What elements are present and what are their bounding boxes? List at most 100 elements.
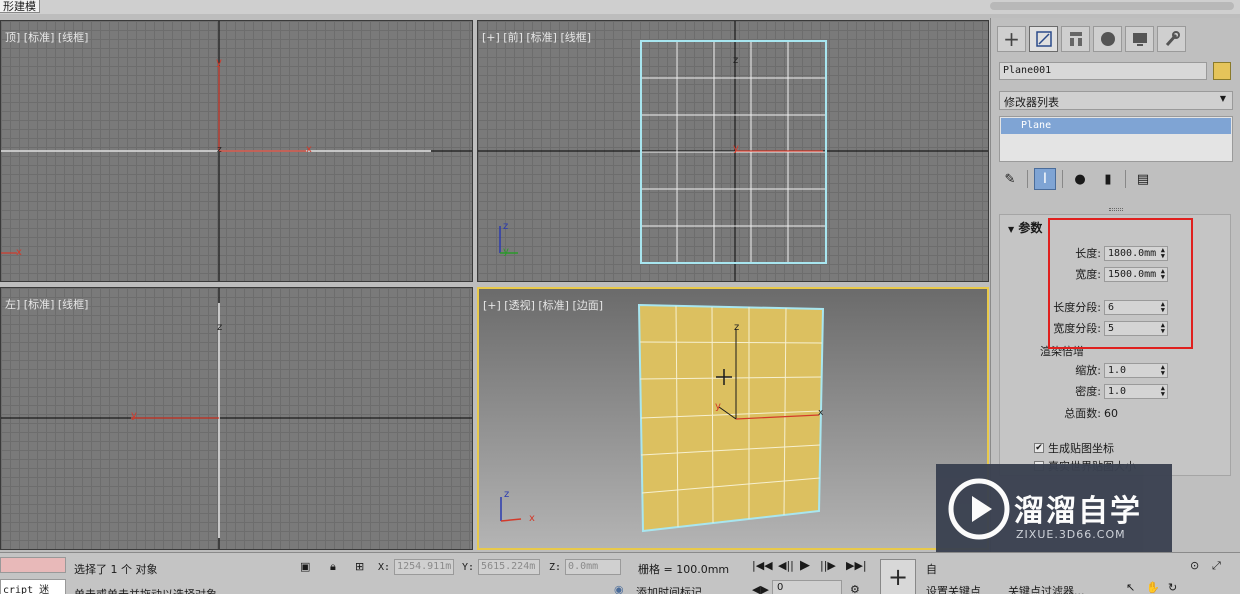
density-value: 1.0	[1108, 385, 1127, 397]
gizmo-y-label: y	[503, 246, 509, 257]
trash-icon: ▮	[1104, 171, 1112, 187]
gizmo-z-label: z	[503, 221, 509, 232]
scale-label: 缩放:	[1075, 364, 1101, 377]
key-mode-icon[interactable]: ◀▶	[752, 583, 769, 594]
maximize-viewport-icon[interactable]: ⤢	[1212, 559, 1221, 573]
current-frame-value: 0	[777, 582, 784, 593]
previous-frame-icon[interactable]: ◀||	[778, 559, 794, 572]
rollout-title[interactable]: ▼ 参数	[1008, 219, 1042, 236]
motion-tab[interactable]	[1093, 26, 1122, 52]
play-icon[interactable]: ▶	[800, 558, 810, 573]
viewport-left[interactable]: z y 左] [标准] [线框]	[0, 287, 473, 550]
key-filters-button[interactable]: 关键点过滤器...	[1008, 583, 1085, 594]
rollout-divider	[1109, 208, 1123, 211]
perspective-plane	[500, 303, 825, 533]
viewport-perspective[interactable]: z y x z x [+] [透视] [标准] [边面]	[477, 287, 989, 550]
viewport-label-perspective[interactable]: [+] [透视] [标准] [边面]	[483, 297, 603, 313]
viewport-label-left[interactable]: 左] [标准] [线框]	[5, 296, 88, 312]
object-color-swatch[interactable]	[1213, 62, 1231, 80]
rollout-title-label: 参数	[1018, 221, 1043, 235]
go-to-end-icon[interactable]: ▶▶|	[846, 559, 867, 572]
add-time-tag[interactable]: 添加时间标记	[636, 584, 702, 594]
x-field[interactable]: 1254.911m	[394, 559, 455, 575]
lock-icon[interactable]: 🔒︎	[330, 560, 336, 574]
hierarchy-tab[interactable]	[1061, 26, 1090, 52]
viewport-label-front[interactable]: [+] [前] [标准] [线框]	[482, 29, 591, 45]
window-title: 形建模	[0, 0, 40, 13]
select-tool-icon[interactable]: ↖	[1126, 581, 1135, 594]
title-scrollbar[interactable]	[990, 2, 1234, 10]
pan-hand-icon[interactable]: ✋	[1146, 581, 1160, 594]
maxscript-listener-field[interactable]	[0, 557, 66, 573]
gen-map-coords-checkbox[interactable]: ✔ 生成贴图坐标	[1034, 440, 1114, 456]
pin-stack-button[interactable]: ✎	[999, 168, 1021, 190]
axis-y-label: y	[216, 57, 222, 68]
current-frame-field[interactable]: 0	[772, 580, 842, 594]
modifier-list-label: 修改器列表	[1004, 96, 1059, 109]
title-bar: 形建模	[0, 0, 1240, 14]
chevron-down-icon: ▼	[1219, 94, 1226, 103]
make-unique-button[interactable]: ●	[1069, 168, 1091, 190]
zoom-icon[interactable]: ⊙	[1190, 559, 1199, 572]
pin-icon: ✎	[1004, 171, 1016, 187]
modify-tab[interactable]	[1029, 26, 1058, 52]
viewport-top[interactable]: y z x x 顶] [标准] [线框]	[0, 20, 473, 282]
utilities-tab[interactable]	[1157, 26, 1186, 52]
modifier-stack[interactable]: Plane	[999, 116, 1233, 162]
y-label: Y:	[462, 561, 475, 573]
separator	[1062, 170, 1063, 188]
scale-row: 缩放: 1.0 ▲ ▼	[1040, 362, 1168, 378]
plus-icon: +	[1003, 27, 1020, 51]
x-coordinate: X: 1254.911m	[378, 559, 455, 575]
prompt-line: 单击或单击并拖动以选择对象	[74, 586, 217, 594]
next-frame-icon[interactable]: ||▶	[820, 559, 836, 572]
display-icon	[1132, 33, 1147, 46]
stack-toolbar: ✎ I ● ▮ ▤	[999, 168, 1154, 190]
gizmo-x-label: x	[16, 247, 22, 258]
go-to-start-icon[interactable]: |◀◀	[752, 559, 773, 572]
selection-status: 选择了 1 个 对象	[74, 563, 158, 576]
axis-z-label: z	[217, 145, 222, 155]
z-coordinate: Z: 0.0mm	[549, 559, 622, 575]
set-key-button[interactable]: +	[880, 559, 916, 594]
top-view-axes	[1, 21, 472, 281]
total-faces-row: 总面数: 60	[1040, 405, 1118, 421]
spinner-arrows-icon[interactable]: ▲ ▼	[1161, 363, 1165, 376]
density-spinner[interactable]: 1.0 ▲ ▼	[1104, 383, 1168, 399]
axis-z-label: z	[217, 322, 223, 333]
object-name-field[interactable]: Plane001	[999, 62, 1207, 80]
scale-spinner[interactable]: 1.0 ▲ ▼	[1104, 362, 1168, 378]
z-field[interactable]: 0.0mm	[565, 559, 622, 575]
remove-modifier-button[interactable]: ▮	[1097, 168, 1119, 190]
watermark-url: ZIXUE.3D66.COM	[1016, 528, 1126, 541]
density-label: 密度:	[1075, 385, 1101, 398]
absolute-mode-icon[interactable]: ⊞	[355, 560, 364, 573]
set-key-label[interactable]: 设置关键点	[926, 583, 981, 594]
watermark-brand: 溜溜自学	[1014, 494, 1142, 529]
isolate-selection-icon[interactable]: ▣	[300, 560, 310, 573]
density-row: 密度: 1.0 ▲ ▼	[1040, 383, 1168, 399]
modifier-list-dropdown[interactable]: 修改器列表 ▼	[999, 91, 1233, 110]
hierarchy-icon	[1069, 32, 1082, 46]
viewport-label-top[interactable]: 顶] [标准] [线框]	[5, 29, 88, 45]
z-label: Z:	[549, 561, 562, 573]
time-config-icon[interactable]: ⚙	[850, 583, 860, 594]
command-panel-tabs: +	[997, 26, 1186, 52]
modifier-stack-item[interactable]: Plane	[1001, 118, 1231, 134]
scale-value: 1.0	[1108, 364, 1127, 376]
spinner-arrows-icon[interactable]: ▲ ▼	[1161, 384, 1165, 397]
y-field[interactable]: 5615.224m	[478, 559, 541, 575]
axis-x-label: x	[818, 408, 824, 418]
orbit-icon[interactable]: ↻	[1168, 581, 1177, 594]
viewport-front[interactable]: z y z y [+] [前] [标准] [线框]	[477, 20, 989, 282]
show-end-result-button[interactable]: I	[1034, 168, 1056, 190]
display-tab[interactable]	[1125, 26, 1154, 52]
maxscript-mini-listener[interactable]: cript 迷	[0, 579, 66, 594]
make-unique-icon: ●	[1074, 171, 1086, 187]
checkmark-icon: ✔	[1034, 443, 1044, 453]
time-tag-icon[interactable]: ◉	[614, 583, 624, 594]
create-tab[interactable]: +	[997, 26, 1026, 52]
axis-y-label: y	[131, 410, 137, 421]
auto-key-label[interactable]: 自	[926, 561, 937, 577]
configure-sets-button[interactable]: ▤	[1132, 168, 1154, 190]
